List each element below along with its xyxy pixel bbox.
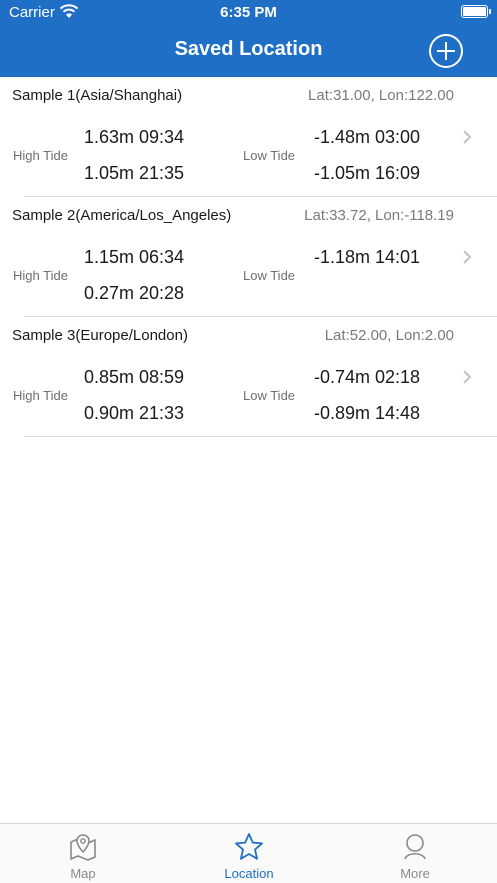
tab-location[interactable]: Location — [166, 824, 332, 883]
chevron-right-icon — [463, 370, 472, 384]
high-tide-value: 1.05m 21:35 — [84, 163, 185, 183]
location-row[interactable]: Sample 2(America/Los_Angeles) Lat:33.72,… — [0, 197, 497, 317]
location-coords: Lat:52.00, Lon:2.00 — [324, 327, 454, 344]
location-name: Sample 3(Europe/London) — [12, 327, 188, 344]
high-tide-value: 0.27m 20:28 — [84, 283, 185, 303]
low-tide-label: Low Tide — [243, 148, 296, 163]
high-tide-value: 0.85m 08:59 — [84, 367, 185, 387]
location-row[interactable]: Sample 1(Asia/Shanghai) Lat:31.00, Lon:1… — [0, 77, 497, 197]
high-tide-value: 0.90m 21:33 — [84, 403, 185, 423]
row-divider — [24, 436, 497, 437]
page-title: Saved Location — [174, 38, 323, 60]
high-tide-label: High Tide — [13, 268, 68, 283]
low-tide-value: -1.48m 03:00 — [314, 127, 421, 147]
location-list: Sample 1(Asia/Shanghai) Lat:31.00, Lon:1… — [0, 77, 497, 437]
tab-more[interactable]: More — [332, 824, 497, 883]
map-pin-icon — [70, 834, 96, 861]
chevron-right-icon — [463, 250, 472, 264]
high-tide-label: High Tide — [13, 148, 68, 163]
status-bar: Carrier 6:35 PM — [0, 0, 497, 26]
tab-map[interactable]: Map — [0, 824, 166, 883]
tab-label: More — [400, 866, 430, 881]
chevron-right-icon — [463, 130, 472, 144]
location-row[interactable]: Sample 3(Europe/London) Lat:52.00, Lon:2… — [0, 317, 497, 437]
high-tide-label: High Tide — [13, 388, 68, 403]
more-icon — [404, 834, 426, 860]
low-tide-value: -0.89m 14:48 — [314, 403, 421, 423]
location-coords: Lat:31.00, Lon:122.00 — [308, 87, 454, 104]
add-location-button[interactable] — [429, 34, 463, 68]
tab-bar: Map Location More — [0, 823, 497, 883]
location-name: Sample 1(Asia/Shanghai) — [12, 87, 183, 104]
star-icon — [235, 833, 263, 860]
low-tide-value: -1.05m 16:09 — [314, 163, 421, 183]
battery-icon — [461, 5, 491, 18]
high-tide-value: 1.15m 06:34 — [84, 247, 185, 267]
low-tide-value: -0.74m 02:18 — [314, 367, 421, 387]
tab-label: Map — [70, 866, 96, 881]
nav-bar: Carrier 6:35 PM Saved Location — [0, 0, 497, 77]
low-tide-label: Low Tide — [243, 268, 296, 283]
location-coords: Lat:33.72, Lon:-118.19 — [304, 207, 454, 224]
low-tide-value: -1.18m 14:01 — [314, 247, 421, 267]
high-tide-value: 1.63m 09:34 — [84, 127, 185, 147]
tab-label: Location — [224, 866, 274, 881]
status-time: 6:35 PM — [220, 4, 277, 21]
low-tide-label: Low Tide — [243, 388, 296, 403]
location-name: Sample 2(America/Los_Angeles) — [12, 207, 232, 224]
